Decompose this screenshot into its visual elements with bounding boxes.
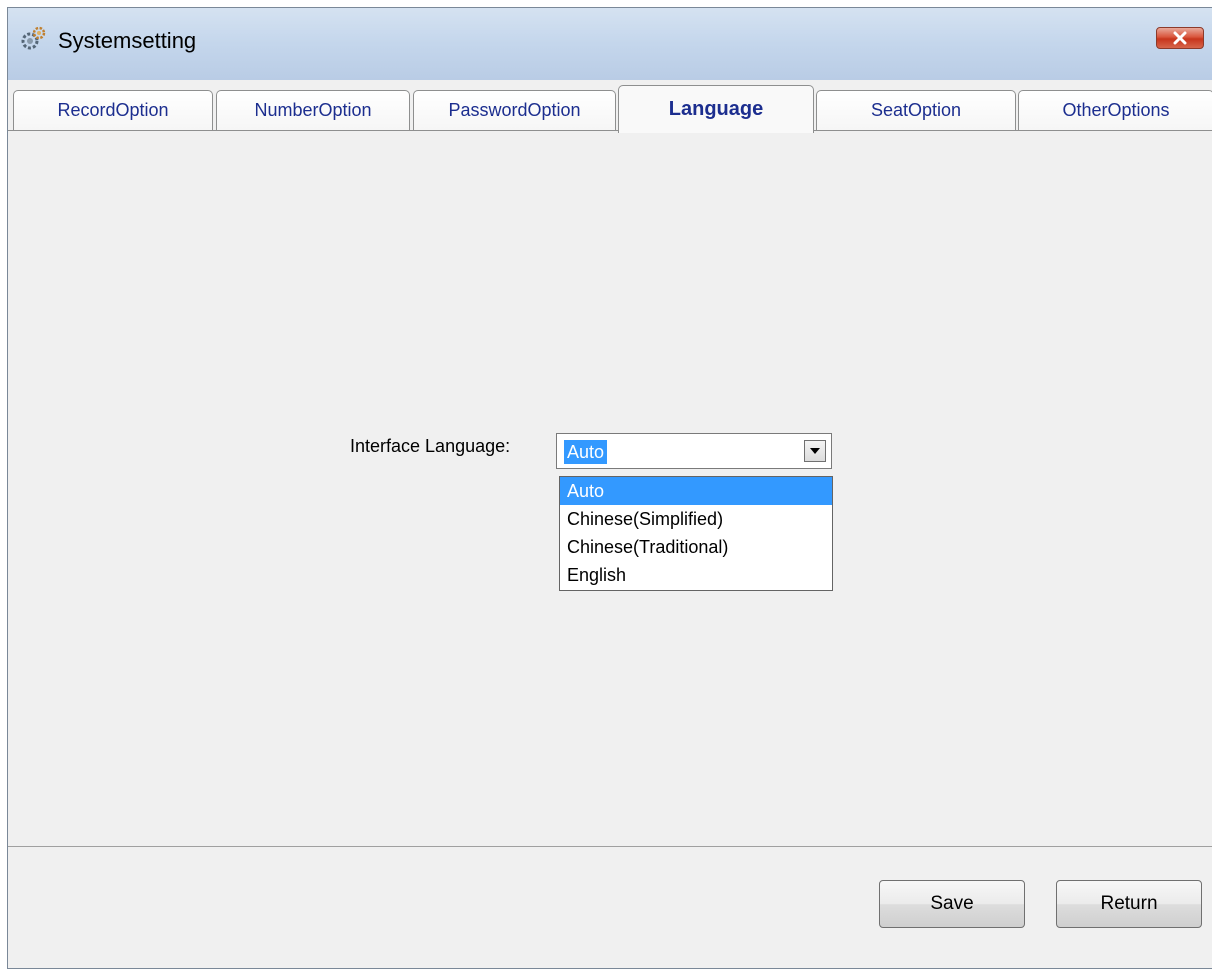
close-icon <box>1173 31 1187 45</box>
language-option-english[interactable]: English <box>560 561 832 589</box>
interface-language-label: Interface Language: <box>350 436 511 456</box>
tab-passwordoption[interactable]: PasswordOption <box>413 90 616 130</box>
language-panel: Interface Language: Auto Auto Chinese(Si… <box>8 141 1212 847</box>
save-button[interactable]: Save <box>879 880 1025 928</box>
tab-numberoption[interactable]: NumberOption <box>216 90 410 130</box>
title-bar[interactable]: Systemsetting <box>8 8 1212 80</box>
tab-strip: RecordOption NumberOption PasswordOption… <box>8 80 1212 142</box>
dropdown-arrow-button[interactable] <box>804 440 826 462</box>
tab-recordoption[interactable]: RecordOption <box>13 90 213 130</box>
language-option-chinese-simplified[interactable]: Chinese(Simplified) <box>560 505 832 533</box>
tab-otheroptions[interactable]: OtherOptions <box>1018 90 1212 130</box>
systemsetting-window: Systemsetting RecordOption NumberOption … <box>7 7 1212 969</box>
selected-language-value: Auto <box>564 440 608 464</box>
language-option-chinese-traditional[interactable]: Chinese(Traditional) <box>560 533 832 561</box>
tab-seatoption[interactable]: SeatOption <box>816 90 1016 130</box>
close-button[interactable] <box>1156 27 1204 49</box>
window-title: Systemsetting <box>58 28 197 53</box>
chevron-down-icon <box>810 448 820 454</box>
tab-language[interactable]: Language <box>618 85 814 133</box>
language-option-auto[interactable]: Auto <box>560 477 832 505</box>
tab-divider <box>8 130 1212 131</box>
language-dropdown-list: Auto Chinese(Simplified) Chinese(Traditi… <box>559 476 833 591</box>
return-button[interactable]: Return <box>1056 880 1202 928</box>
gear-icon <box>21 26 46 50</box>
interface-language-select[interactable]: Auto <box>556 433 832 469</box>
